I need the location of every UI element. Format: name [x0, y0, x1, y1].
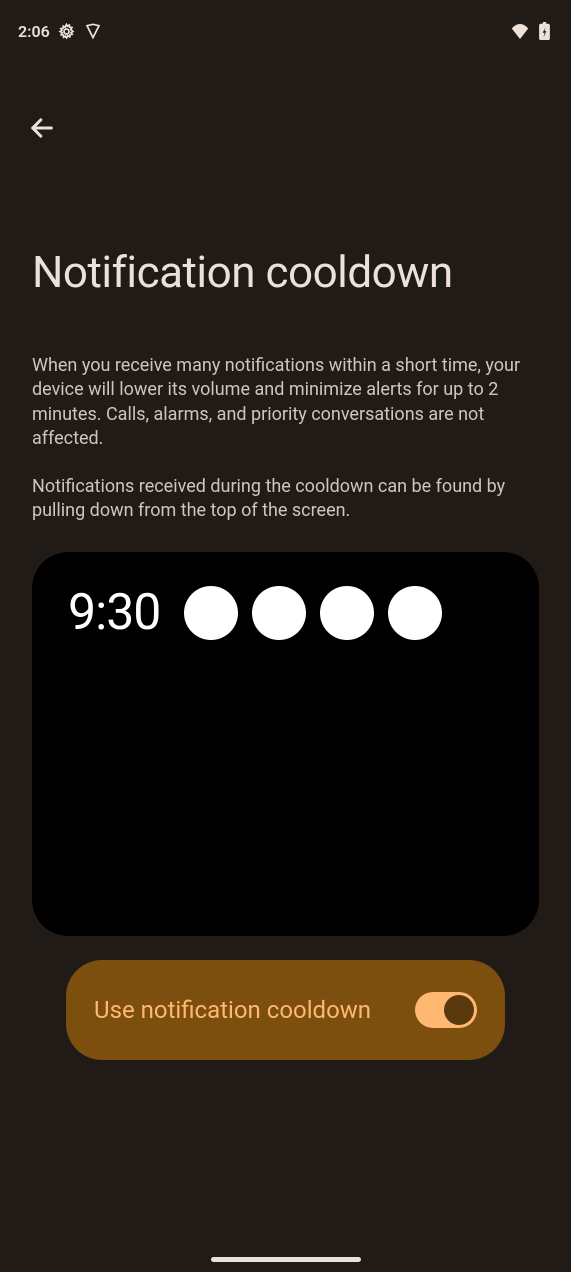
page-title: Notification cooldown	[32, 246, 539, 298]
wifi-icon	[511, 22, 529, 40]
preview-time: 9:30	[68, 584, 160, 642]
toggle-knob	[444, 995, 474, 1025]
description-paragraph-1: When you receive many notifications with…	[32, 354, 539, 451]
toggle-card[interactable]: Use notification cooldown	[66, 960, 505, 1060]
page-content: Notification cooldown When you receive m…	[0, 246, 571, 1060]
preview-card: 9:30	[32, 552, 539, 936]
status-time: 2:06	[18, 22, 50, 41]
settings-icon	[58, 22, 76, 40]
shield-icon	[84, 22, 102, 40]
notification-dot	[388, 586, 442, 640]
preview-notification-dots	[184, 586, 442, 640]
description-paragraph-2: Notifications received during the cooldo…	[32, 475, 539, 524]
toggle-switch[interactable]	[415, 992, 477, 1028]
home-indicator[interactable]	[211, 1257, 361, 1262]
notification-dot	[320, 586, 374, 640]
notification-dot	[252, 586, 306, 640]
preview-row: 9:30	[68, 584, 503, 642]
toggle-label: Use notification cooldown	[94, 994, 371, 1026]
status-bar: 2:06	[0, 0, 571, 50]
back-button[interactable]	[24, 110, 60, 146]
status-bar-left: 2:06	[18, 22, 102, 41]
battery-icon	[535, 22, 553, 40]
nav-bar	[0, 50, 571, 146]
arrow-left-icon	[28, 114, 56, 142]
status-bar-right	[511, 22, 553, 40]
notification-dot	[184, 586, 238, 640]
